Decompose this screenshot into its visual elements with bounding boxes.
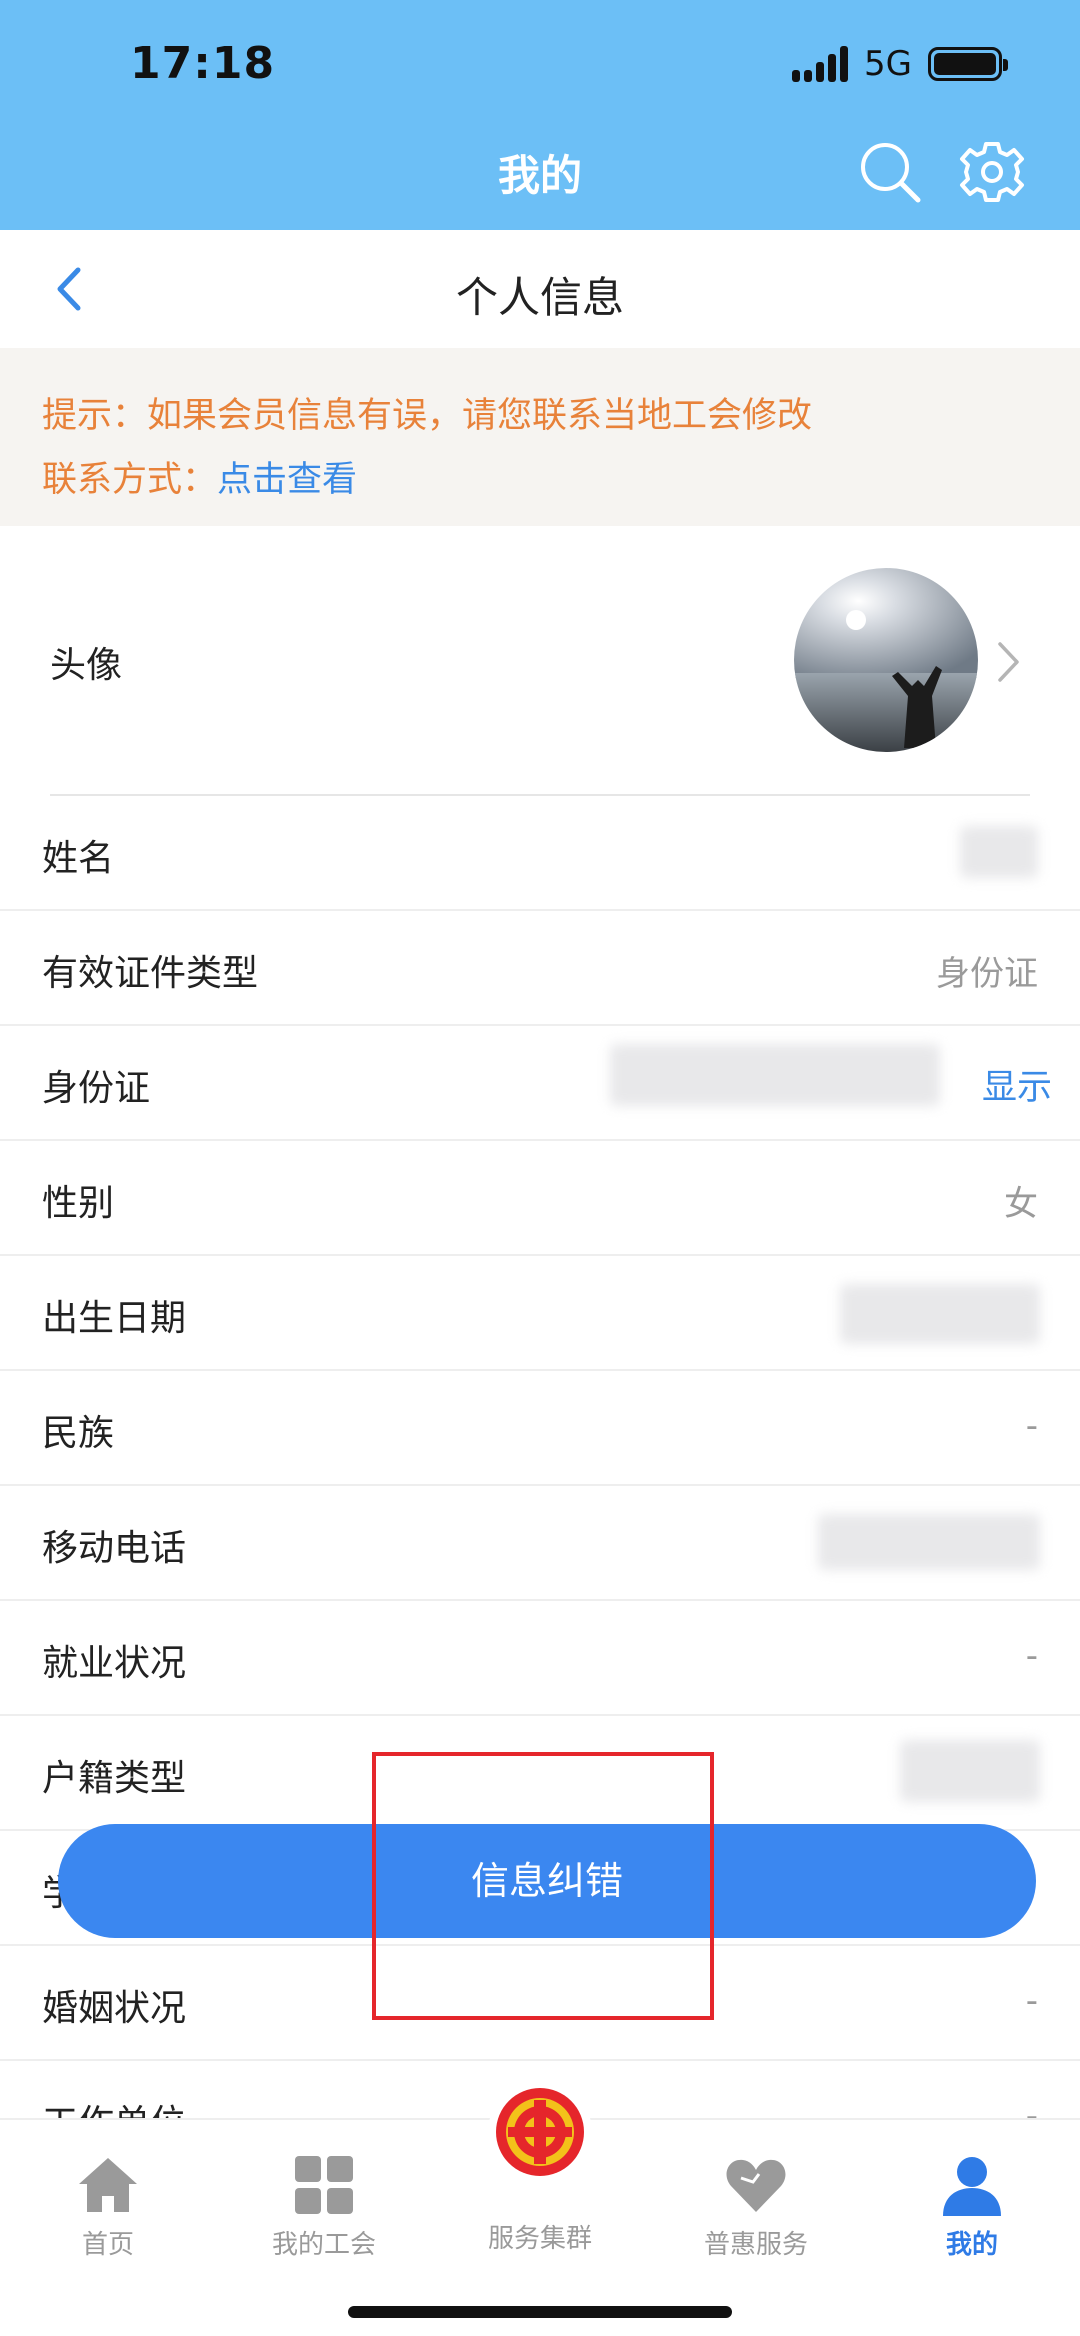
home-icon xyxy=(79,2158,137,2212)
row-value: - xyxy=(1025,1636,1038,1676)
status-indicators: 5G xyxy=(792,44,1008,84)
contact-line: 联系方式：点击查看 xyxy=(42,448,1038,512)
list-item-employment: 就业状况 - xyxy=(0,1601,1080,1716)
list-item-id-type: 有效证件类型 身份证 xyxy=(0,911,1080,1026)
row-value: - xyxy=(1025,1981,1038,2021)
row-label: 就业状况 xyxy=(42,1643,187,1684)
union-emblem-icon[interactable] xyxy=(488,2080,592,2184)
redacted-value xyxy=(840,1284,1040,1344)
list-item-name: 姓名 xyxy=(0,796,1080,911)
row-label: 性别 xyxy=(42,1183,115,1224)
redacted-value xyxy=(900,1740,1040,1802)
battery-icon xyxy=(928,47,1008,81)
tab-label: 服务集群 xyxy=(487,2224,592,2254)
chevron-right-icon xyxy=(998,642,1019,682)
row-label: 婚姻状况 xyxy=(42,1988,187,2029)
home-indicator xyxy=(348,2306,732,2318)
row-label: 户籍类型 xyxy=(42,1758,187,1799)
row-label: 民族 xyxy=(42,1413,115,1454)
tab-benefits[interactable]: 普惠服务 xyxy=(648,2140,864,2261)
row-label: 出生日期 xyxy=(42,1298,187,1339)
list-item-birthdate: 出生日期 xyxy=(0,1256,1080,1371)
redacted-value xyxy=(818,1514,1040,1570)
row-label: 移动电话 xyxy=(42,1528,187,1569)
redacted-value xyxy=(960,826,1038,878)
avatar-row[interactable]: 头像 xyxy=(0,526,1080,796)
status-time: 17:18 xyxy=(130,38,276,89)
tab-my-union[interactable]: 我的工会 xyxy=(216,2140,432,2261)
row-value: 身份证 xyxy=(936,954,1038,994)
gear-icon[interactable] xyxy=(958,138,1026,206)
list-item-id-number: 身份证 显示 xyxy=(0,1026,1080,1141)
network-type: 5G xyxy=(864,44,912,84)
list-item-mobile: 移动电话 xyxy=(0,1486,1080,1601)
sub-navigation: 个人信息 xyxy=(0,230,1080,348)
notice-text: 提示：如果会员信息有误，请您联系当地工会修改 xyxy=(42,396,813,436)
list-item-ethnicity: 民族 - xyxy=(0,1371,1080,1486)
row-label: 身份证 xyxy=(42,1068,151,1109)
top-header: 17:18 5G 我的 xyxy=(0,0,1080,230)
tab-label: 我的 xyxy=(945,2230,998,2260)
tab-label: 我的工会 xyxy=(271,2230,376,2260)
redacted-value xyxy=(610,1044,940,1106)
grid-icon xyxy=(295,2156,353,2214)
section-title: 个人信息 xyxy=(455,273,624,322)
signal-icon xyxy=(792,46,849,82)
tab-home[interactable]: 首页 xyxy=(0,2140,216,2261)
tab-mine[interactable]: 我的 xyxy=(864,2140,1080,2261)
avatar[interactable] xyxy=(794,568,978,752)
heart-icon xyxy=(726,2159,786,2212)
row-label: 姓名 xyxy=(42,838,115,879)
search-icon[interactable] xyxy=(858,140,922,204)
contact-link[interactable]: 点击查看 xyxy=(217,460,357,500)
highlight-annotation xyxy=(372,1752,714,2020)
notice-banner: 提示：如果会员信息有误，请您联系当地工会修改 联系方式：点击查看 xyxy=(0,348,1080,526)
show-id-button[interactable]: 显示 xyxy=(982,1059,1052,1110)
row-value: 女 xyxy=(1004,1184,1038,1224)
row-label: 有效证件类型 xyxy=(42,953,259,994)
list-item-gender: 性别 女 xyxy=(0,1141,1080,1256)
tab-label: 普惠服务 xyxy=(703,2230,808,2260)
avatar-label: 头像 xyxy=(50,645,123,686)
contact-label: 联系方式： xyxy=(42,460,218,500)
person-icon xyxy=(943,2157,1001,2216)
row-value: - xyxy=(1025,1406,1038,1446)
tab-label: 首页 xyxy=(81,2230,134,2260)
